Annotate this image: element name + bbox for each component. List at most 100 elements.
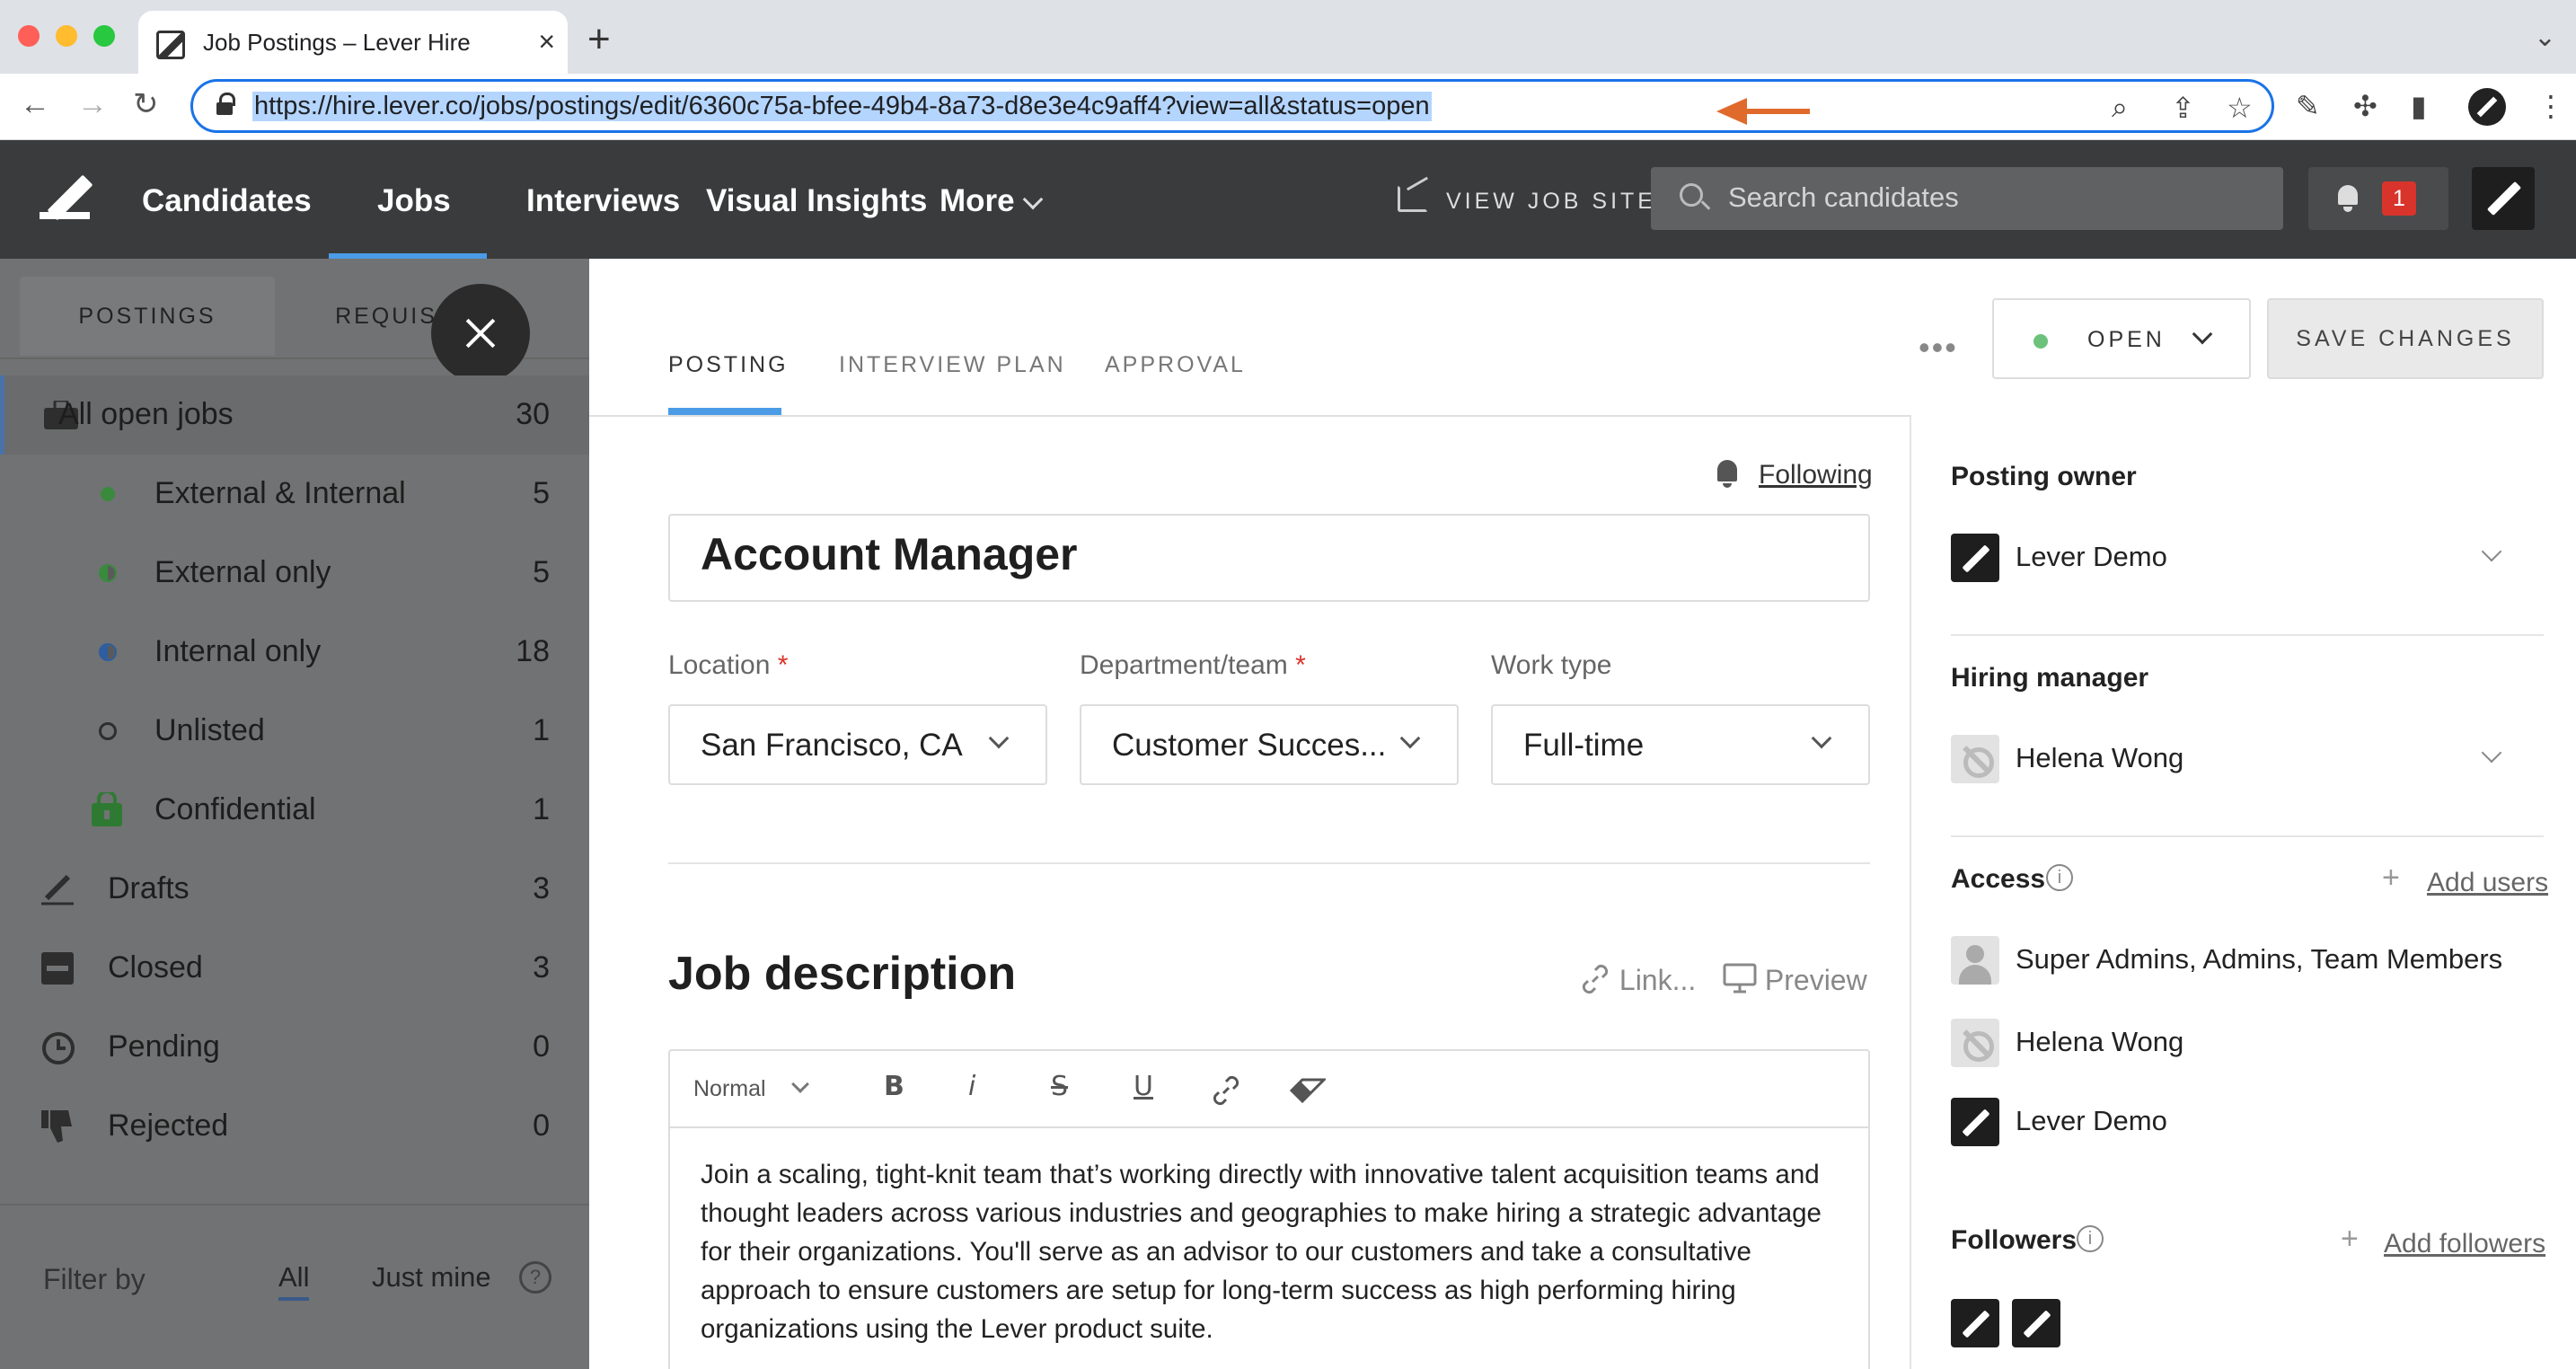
work-type-value: Full-time <box>1523 728 1645 763</box>
url-text[interactable]: https://hire.lever.co/jobs/postings/edit… <box>252 92 1432 121</box>
sidebar-item-unlisted[interactable]: Unlisted 1 <box>0 692 589 771</box>
sidebar-item-pending[interactable]: Pending 0 <box>0 1008 589 1087</box>
clear-formatting-icon[interactable] <box>1290 1078 1326 1103</box>
link-button[interactable]: Link... <box>1579 963 1696 997</box>
browser-toolbar: ← → ↻ https://hire.lever.co/jobs/posting… <box>0 74 2576 140</box>
tab-interview-plan[interactable]: INTERVIEW PLAN <box>839 352 1066 378</box>
location-select[interactable]: San Francisco, CA <box>668 704 1047 785</box>
hollow-dot-icon <box>99 722 117 740</box>
required-marker: * <box>777 650 789 680</box>
job-description-text[interactable]: Join a scaling, tight-knit team that’s w… <box>701 1155 1841 1348</box>
job-title-input[interactable]: Account Manager <box>668 514 1870 602</box>
department-label: Department/team * <box>1080 650 1306 681</box>
sidebar-tab-postings[interactable]: POSTINGS <box>20 277 275 356</box>
share-icon[interactable]: ⇪ <box>2171 91 2195 125</box>
sidebar-item-label: External & Internal <box>154 476 406 510</box>
browser-menu-icon[interactable]: ⋮ <box>2536 88 2565 124</box>
zoom-icon[interactable]: ⌕ <box>2112 91 2128 125</box>
info-icon[interactable]: i <box>2077 1225 2104 1252</box>
follower-avatar[interactable] <box>2012 1299 2060 1347</box>
chevron-down-icon[interactable] <box>2481 541 2502 562</box>
green-dot-icon <box>101 487 115 501</box>
sidebar-item-internal-only[interactable]: Internal only 18 <box>0 613 589 692</box>
info-icon[interactable]: i <box>2046 864 2073 891</box>
preview-label: Preview <box>1764 964 1867 996</box>
help-icon[interactable]: ? <box>519 1261 551 1294</box>
back-button[interactable]: ← <box>20 86 50 122</box>
bookmark-star-icon[interactable]: ☆ <box>2227 91 2253 125</box>
strikethrough-icon[interactable]: S <box>1051 1071 1068 1102</box>
tab-close-icon[interactable]: × <box>538 25 555 57</box>
user-menu-button[interactable] <box>2472 167 2535 230</box>
sidebar-item-drafts[interactable]: Drafts 3 <box>0 850 589 929</box>
more-options-icon[interactable]: ••• <box>1919 329 1958 367</box>
add-followers-link[interactable]: Add followers <box>2384 1229 2545 1259</box>
nav-more[interactable]: More <box>940 183 1015 219</box>
nav-visual-insights[interactable]: Visual Insights <box>706 183 927 219</box>
nav-candidates[interactable]: Candidates <box>142 183 312 219</box>
preview-button[interactable]: Preview <box>1723 963 1867 997</box>
hiring-manager-name[interactable]: Helena Wong <box>2016 742 2183 774</box>
side-panel-icon[interactable]: ▮ <box>2411 88 2427 124</box>
sidebar-item-all-open-jobs[interactable]: All open jobs 30 <box>0 375 589 455</box>
posting-owner-name[interactable]: Lever Demo <box>2016 541 2167 573</box>
tab-approval[interactable]: APPROVAL <box>1105 352 1246 378</box>
save-changes-button[interactable]: SAVE CHANGES <box>2267 298 2544 379</box>
maximize-window-button[interactable] <box>93 25 115 47</box>
work-type-select[interactable]: Full-time <box>1491 704 1870 785</box>
required-marker: * <box>1295 650 1306 680</box>
text-format-select[interactable]: Normal <box>693 1076 766 1102</box>
sidebar-item-label: External only <box>154 555 331 589</box>
half-green-dot-icon <box>99 564 117 582</box>
sidebar-item-label: Closed <box>108 950 203 985</box>
close-window-button[interactable] <box>18 25 40 47</box>
search-input[interactable] <box>1728 181 2231 214</box>
nav-jobs[interactable]: Jobs <box>377 183 451 219</box>
minimize-window-button[interactable] <box>56 25 77 47</box>
view-job-site-link[interactable]: VIEW JOB SITE <box>1398 185 1653 217</box>
add-users-link[interactable]: Add users <box>2427 868 2548 898</box>
link-icon[interactable] <box>1209 1074 1243 1107</box>
forward-button[interactable]: → <box>77 86 108 122</box>
extensions-puzzle-icon[interactable]: ✣ <box>2353 88 2378 124</box>
underline-icon[interactable]: U <box>1134 1071 1153 1102</box>
follower-avatar[interactable] <box>1951 1299 1999 1347</box>
following-toggle[interactable]: Following <box>1759 460 1873 490</box>
lever-logo-icon[interactable] <box>40 176 90 223</box>
status-dropdown[interactable]: OPEN <box>1992 298 2251 379</box>
candidate-search[interactable] <box>1651 167 2283 230</box>
plus-icon: + <box>2382 861 2400 895</box>
clock-icon <box>42 1032 75 1064</box>
notifications-button[interactable]: 1 <box>2308 167 2448 230</box>
sidebar-item-external-internal[interactable]: External & Internal 5 <box>0 455 589 534</box>
chevron-down-icon[interactable] <box>2481 742 2502 764</box>
filter-all-option[interactable]: All <box>278 1261 309 1294</box>
chevron-down-icon <box>1811 728 1832 749</box>
address-bar[interactable]: https://hire.lever.co/jobs/postings/edit… <box>190 79 2274 133</box>
department-select[interactable]: Customer Succes... <box>1080 704 1459 785</box>
tab-search-chevron-icon[interactable]: ⌄ <box>2534 22 2556 53</box>
postings-sidebar: POSTINGS REQUIS All open jobs 30 Externa… <box>0 259 589 1369</box>
new-tab-button[interactable]: + <box>587 18 611 61</box>
sidebar-item-rejected[interactable]: Rejected 0 <box>0 1087 589 1166</box>
sidebar-item-label: Internal only <box>154 634 322 668</box>
access-list-item: Helena Wong <box>2016 1026 2184 1057</box>
close-sidebar-button[interactable] <box>431 284 530 383</box>
bold-icon[interactable]: B <box>884 1071 904 1102</box>
sidebar-item-confidential[interactable]: Confidential 1 <box>0 771 589 850</box>
link-icon <box>1582 964 1609 994</box>
chevron-down-icon <box>2192 323 2213 345</box>
sidebar-item-external-only[interactable]: External only 5 <box>0 534 589 613</box>
lever-extension-icon[interactable]: ✎ <box>2296 88 2320 124</box>
browser-tab[interactable]: Job Postings – Lever Hire × <box>138 11 568 75</box>
nav-interviews[interactable]: Interviews <box>526 183 680 219</box>
filter-just-mine-option[interactable]: Just mine <box>372 1261 491 1294</box>
sidebar-item-count: 5 <box>533 476 550 510</box>
sidebar-item-closed[interactable]: Closed 3 <box>0 929 589 1008</box>
tab-posting[interactable]: POSTING <box>668 352 789 378</box>
italic-icon[interactable]: i <box>968 1071 975 1102</box>
right-panel-divider <box>1910 417 1911 1369</box>
reload-button[interactable]: ↻ <box>133 86 159 122</box>
profile-avatar[interactable] <box>2468 88 2506 126</box>
sidebar-item-label: Rejected <box>108 1108 229 1143</box>
